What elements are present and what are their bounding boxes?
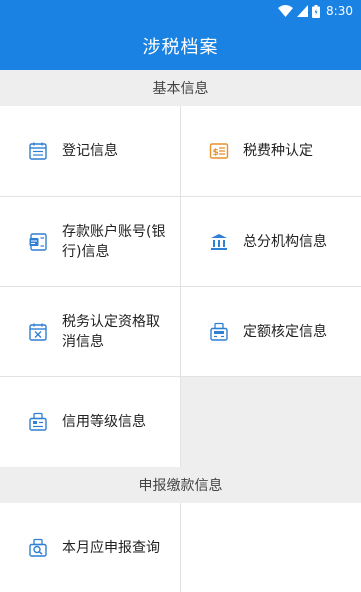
grid-item-branch-institution-info[interactable]: 总分机构信息 (181, 197, 361, 286)
grid-item-credit-rating-info[interactable]: 信用等级信息 (0, 377, 180, 467)
grid-item-label: 信用等级信息 (62, 414, 146, 430)
grid-empty-cell (181, 377, 361, 467)
grid-item-tax-type-determination[interactable]: $ 税费种认定 (181, 106, 361, 196)
calendar-cancel-icon (28, 322, 48, 342)
grid-item-quota-verification-info[interactable]: 定额核定信息 (181, 287, 361, 376)
section-header-basic-info: 基本信息 (0, 70, 361, 106)
section-title: 申报缴款信息 (138, 478, 223, 494)
register-icon (209, 322, 229, 342)
grid-item-label: 登记信息 (62, 143, 118, 159)
signal-icon (297, 5, 309, 17)
calendar-icon (28, 141, 48, 161)
status-time: 8:30 (326, 4, 353, 18)
grid-item-label: 定额核定信息 (243, 323, 327, 340)
grid-item-label: 税务认定资格取消信息 (62, 313, 160, 350)
bank-card-icon (28, 232, 48, 252)
page-title: 涉税档案 (142, 37, 219, 58)
grid-item-label: 本月应申报查询 (62, 539, 160, 556)
declaration-payment-grid: 本月应申报查询 (0, 503, 361, 592)
status-bar: 8:30 (0, 0, 361, 22)
institution-icon (209, 232, 229, 252)
grid-item-registration-info[interactable]: 登记信息 (0, 106, 180, 196)
money-list-icon: $ (209, 141, 229, 161)
grid-item-label: 税费种认定 (243, 143, 313, 159)
grid-item-monthly-declaration-query[interactable]: 本月应申报查询 (0, 503, 180, 592)
status-icons: 8:30 (278, 3, 353, 19)
grid-item-label: 存款账户账号(银行)信息 (62, 223, 166, 260)
section-header-declaration-payment-info: 申报缴款信息 (0, 467, 361, 503)
app-bar: 涉税档案 (0, 22, 361, 70)
grid-item-bank-account-info[interactable]: 存款账户账号(银行)信息 (0, 197, 180, 286)
search-document-icon (28, 538, 48, 558)
wifi-icon (278, 5, 294, 17)
basic-info-grid: 登记信息 $ 税费种认定 存款账户账号(银行)信息 总分机构信息 税务认定资格取… (0, 106, 361, 467)
section-title: 基本信息 (152, 81, 209, 97)
grid-item-label: 总分机构信息 (243, 233, 327, 250)
grid-empty-cell (181, 503, 361, 592)
credit-icon (28, 412, 48, 432)
svg-text:$: $ (213, 148, 219, 158)
battery-icon (312, 4, 321, 18)
grid-item-tax-qualification-cancel-info[interactable]: 税务认定资格取消信息 (0, 287, 180, 376)
